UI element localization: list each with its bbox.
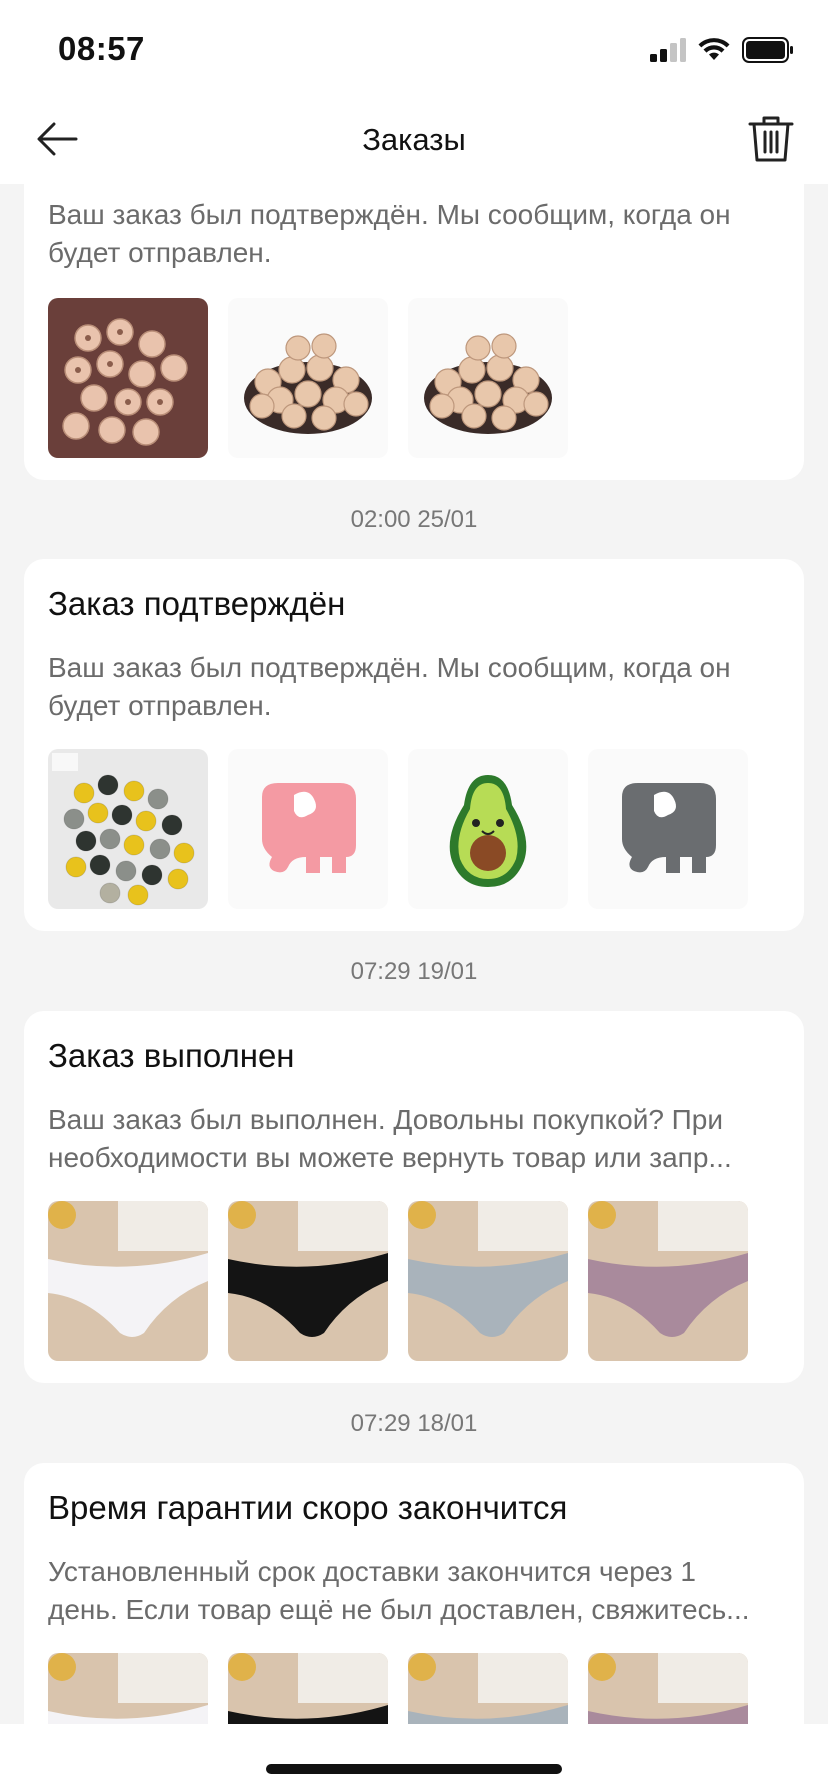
- product-image-mauve-thong[interactable]: [588, 1653, 748, 1724]
- product-image-grey-thong[interactable]: [408, 1653, 568, 1724]
- app-header: Заказы: [0, 96, 828, 184]
- cellular-signal-icon: [650, 38, 686, 62]
- trash-icon: [748, 116, 794, 162]
- product-image-wooden-beads-bowl[interactable]: [228, 298, 388, 458]
- product-image-white-thong[interactable]: [48, 1653, 208, 1724]
- product-image-mauve-thong[interactable]: [588, 1201, 748, 1361]
- product-image-grey-elephant[interactable]: [588, 749, 748, 909]
- product-image-black-thong[interactable]: [228, 1653, 388, 1724]
- status-bar: 08:57: [0, 0, 828, 96]
- home-indicator-area: [0, 1724, 828, 1792]
- timestamp: 02:00 25/01: [350, 506, 478, 533]
- order-message: Ваш заказ был подтверждён. Мы сообщим, к…: [48, 199, 731, 268]
- notification-list[interactable]: Ваш заказ был подтверждён. Мы сообщим, к…: [0, 184, 828, 1724]
- product-image-avocado[interactable]: [408, 749, 568, 909]
- product-thumbnails: [48, 749, 748, 909]
- delete-button[interactable]: [748, 114, 794, 164]
- product-image-wooden-beads-bowl[interactable]: [408, 298, 568, 458]
- order-message: Ваш заказ был выполнен. Довольны покупко…: [48, 1104, 732, 1173]
- battery-icon: [742, 37, 793, 63]
- order-title: Заказ выполнен: [48, 1037, 295, 1074]
- product-image-silicone-beads[interactable]: [48, 749, 208, 909]
- order-card[interactable]: Заказ выполнен Ваш заказ был выполнен. Д…: [24, 1011, 804, 1383]
- order-message: Ваш заказ был подтверждён. Мы сообщим, к…: [48, 652, 731, 721]
- status-icons: [650, 36, 794, 64]
- product-image-wooden-beads[interactable]: [48, 298, 208, 458]
- order-card[interactable]: Ваш заказ был подтверждён. Мы сообщим, к…: [24, 184, 804, 480]
- timestamp: 07:29 18/01: [350, 1410, 478, 1437]
- product-thumbnails: [48, 1653, 748, 1724]
- timestamp: 07:29 19/01: [350, 958, 478, 985]
- product-image-black-thong[interactable]: [228, 1201, 388, 1361]
- order-card[interactable]: Время гарантии скоро закончится Установл…: [24, 1463, 804, 1724]
- order-card[interactable]: Заказ подтверждён Ваш заказ был подтверж…: [24, 559, 804, 931]
- home-indicator[interactable]: [266, 1764, 562, 1774]
- product-thumbnails: [48, 298, 568, 458]
- wifi-icon: [698, 38, 730, 60]
- status-time: 08:57: [58, 30, 145, 67]
- product-image-grey-thong[interactable]: [408, 1201, 568, 1361]
- order-title: Время гарантии скоро закончится: [48, 1489, 568, 1526]
- product-image-pink-elephant[interactable]: [228, 749, 388, 909]
- order-message: Установленный срок доставки закончится ч…: [48, 1556, 750, 1625]
- order-title: Заказ подтверждён: [48, 585, 346, 622]
- product-image-white-thong[interactable]: [48, 1201, 208, 1361]
- product-thumbnails: [48, 1201, 748, 1361]
- page-title: Заказы: [362, 122, 466, 157]
